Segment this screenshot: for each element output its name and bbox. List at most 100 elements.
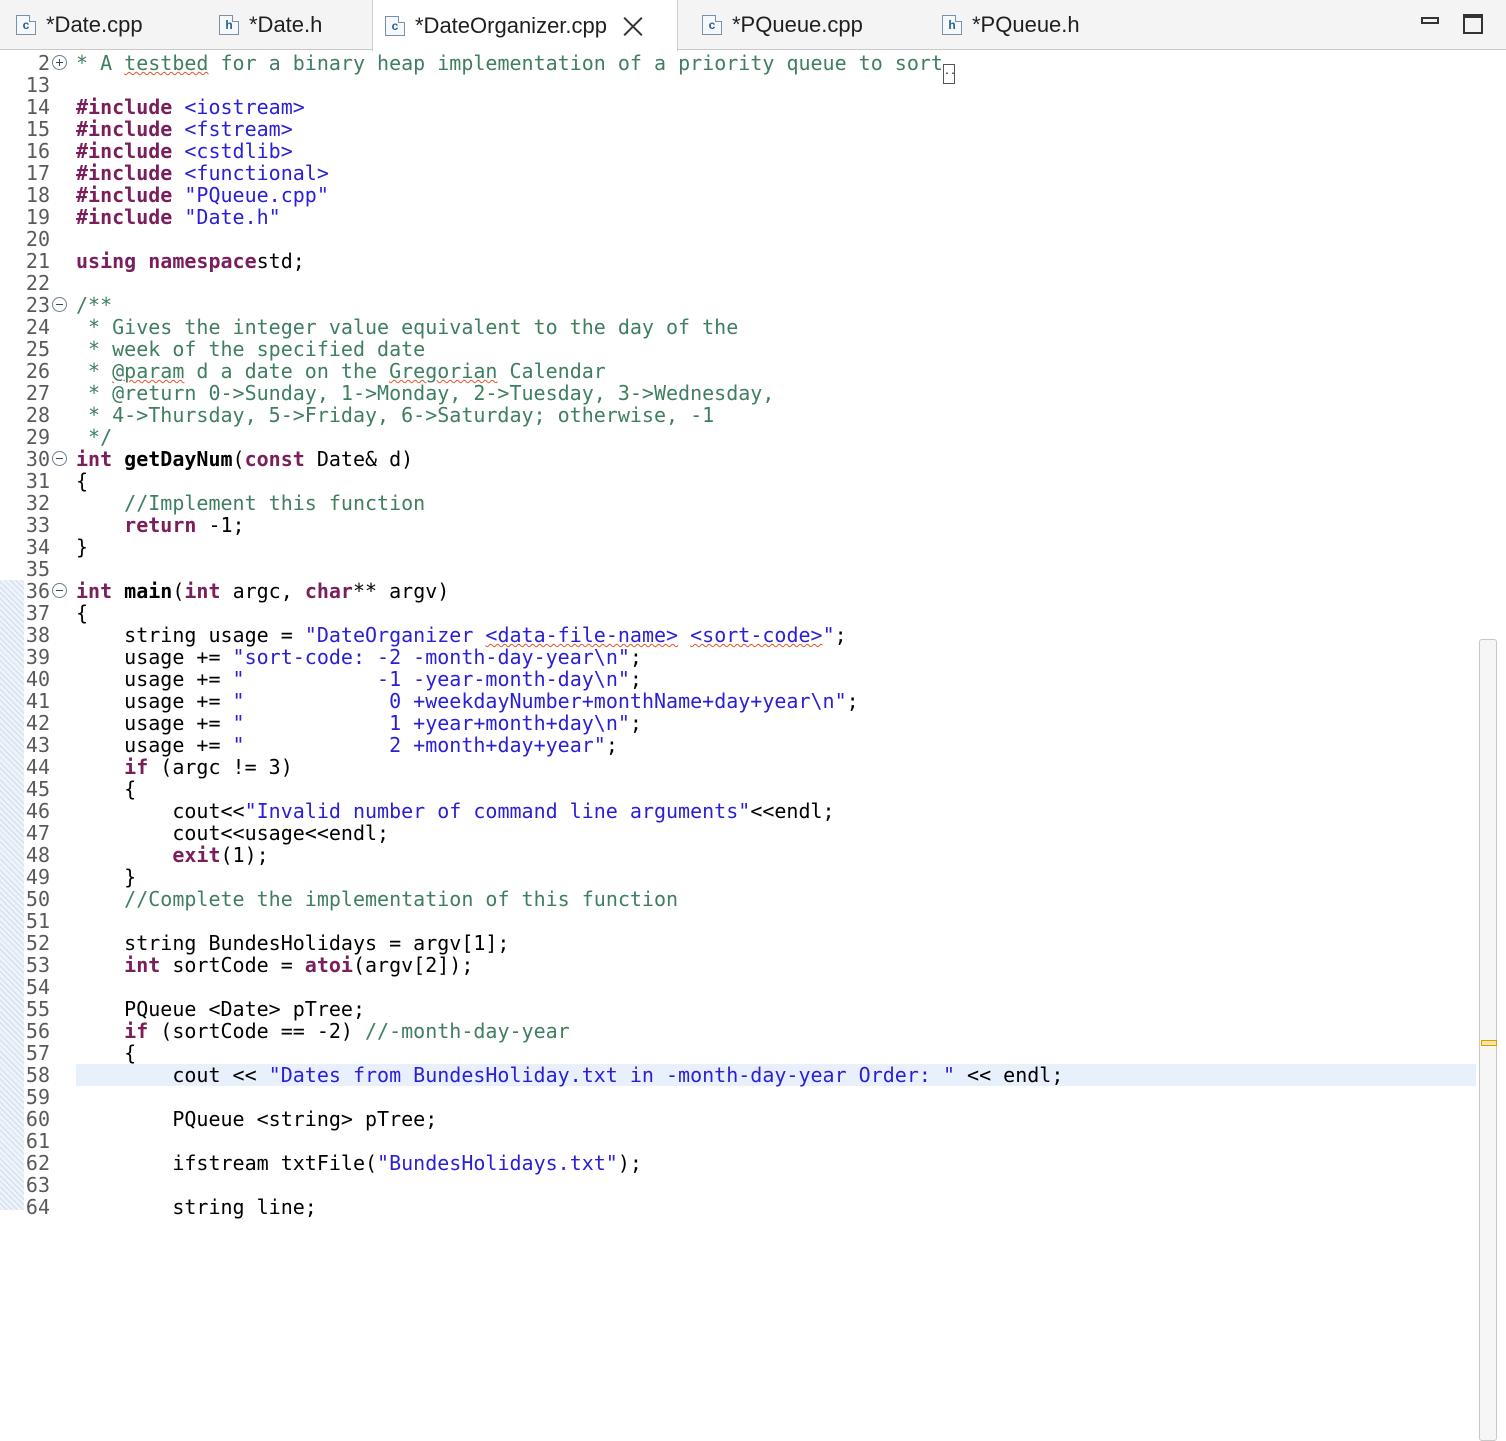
code-line[interactable]: 42 usage += " 1 +year+month+day\n"; bbox=[0, 712, 1480, 734]
code-token: int bbox=[184, 579, 233, 603]
code-line[interactable]: 18 #include "PQueue.cpp" bbox=[0, 184, 1480, 206]
line-number: 36 bbox=[25, 579, 50, 603]
code-token: if bbox=[124, 755, 161, 779]
code-line[interactable]: 50 //Complete the implementation of this… bbox=[0, 888, 1480, 910]
tab-pqueue-h[interactable]: h *PQueue.h bbox=[942, 0, 1142, 50]
code-line[interactable]: 52 string BundesHolidays = argv[1]; bbox=[0, 932, 1480, 954]
code-line[interactable]: 46 cout<<"Invalid number of command line… bbox=[0, 800, 1480, 822]
code-line[interactable]: 40 usage += " -1 -year-month-day\n"; bbox=[0, 668, 1480, 690]
line-number: 30 bbox=[25, 447, 50, 471]
code-token: usage += bbox=[76, 667, 233, 691]
code-line[interactable]: 20 bbox=[0, 228, 1480, 250]
code-token: } bbox=[76, 535, 89, 559]
code-line[interactable]: 14 #include <iostream> bbox=[0, 96, 1480, 118]
code-token: //-month-day-year bbox=[365, 1019, 570, 1043]
code-line[interactable]: 51 bbox=[0, 910, 1480, 932]
tab-date-h[interactable]: h *Date.h bbox=[219, 0, 379, 50]
line-number: 53 bbox=[25, 953, 50, 977]
code-line[interactable]: 43 usage += " 2 +month+day+year"; bbox=[0, 734, 1480, 756]
collapse-fold-icon[interactable] bbox=[52, 451, 67, 466]
line-number: 2 bbox=[37, 51, 50, 75]
code-line[interactable]: 31 { bbox=[0, 470, 1480, 492]
collapse-fold-icon[interactable] bbox=[52, 297, 67, 312]
line-number: 38 bbox=[25, 623, 50, 647]
code-line[interactable]: 53 int sortCode = atoi(argv[2]); bbox=[0, 954, 1480, 976]
code-line[interactable]: 25 * week of the specified date bbox=[0, 338, 1480, 360]
code-token: const bbox=[244, 447, 317, 471]
tab-pqueue-cpp[interactable]: c *PQueue.cpp bbox=[702, 0, 932, 50]
code-text: { bbox=[76, 602, 88, 624]
line-number: 58 bbox=[25, 1063, 50, 1087]
code-line[interactable]: 26 * @param d a date on the Gregorian Ca… bbox=[0, 360, 1480, 382]
code-line[interactable]: 23 /** bbox=[0, 294, 1480, 316]
code-line[interactable]: 16 #include <cstdlib> bbox=[0, 140, 1480, 162]
code-line[interactable]: 47 cout<<usage<<endl; bbox=[0, 822, 1480, 844]
code-line[interactable]: 59 bbox=[0, 1086, 1480, 1108]
code-line[interactable]: 24 * Gives the integer value equivalent … bbox=[0, 316, 1480, 338]
close-tab-icon[interactable] bbox=[623, 16, 643, 36]
code-line[interactable]: 39 usage += "sort-code: -2 -month-day-ye… bbox=[0, 646, 1480, 668]
code-line[interactable]: 55 PQueue <Date> pTree; bbox=[0, 998, 1480, 1020]
code-line[interactable]: 29 */ bbox=[0, 426, 1480, 448]
collapse-fold-icon[interactable] bbox=[52, 583, 67, 598]
code-line[interactable]: 58 cout << "Dates from BundesHoliday.txt… bbox=[0, 1064, 1480, 1086]
line-number: 50 bbox=[25, 887, 50, 911]
code-token: Date& d) bbox=[316, 447, 414, 471]
code-line[interactable]: 30 int getDayNum(const Date& d) bbox=[0, 448, 1480, 470]
line-number: 17 bbox=[25, 161, 50, 185]
code-line[interactable]: 15 #include <fstream> bbox=[0, 118, 1480, 140]
code-line[interactable]: 21 using namespacestd; bbox=[0, 250, 1480, 272]
cpp-file-icon: c bbox=[702, 15, 722, 35]
line-number: 31 bbox=[25, 469, 50, 493]
code-token: #include bbox=[76, 95, 185, 119]
code-token: getDayNum bbox=[124, 447, 233, 471]
code-line[interactable]: 37 { bbox=[0, 602, 1480, 624]
code-line[interactable]: 34} bbox=[0, 536, 1480, 558]
code-line[interactable]: 35 bbox=[0, 558, 1480, 580]
code-line[interactable]: 13 bbox=[0, 74, 1480, 96]
code-line[interactable]: 61 bbox=[0, 1130, 1480, 1152]
code-line[interactable]: 36 int main(int argc, char** argv) bbox=[0, 580, 1480, 602]
code-editor[interactable]: 2 * A testbed for a binary heap implement… bbox=[0, 51, 1506, 1441]
code-text: using namespacestd; bbox=[76, 250, 305, 272]
code-line[interactable]: 28 * 4->Thursday, 5->Friday, 6->Saturday… bbox=[0, 404, 1480, 426]
overview-ruler-marker[interactable] bbox=[1481, 1040, 1497, 1046]
code-line[interactable]: 27 * @return 0->Sunday, 1->Monday, 2->Tu… bbox=[0, 382, 1480, 404]
tab-date-cpp[interactable]: c *Date.cpp bbox=[16, 0, 211, 50]
minimize-icon[interactable] bbox=[1421, 17, 1439, 24]
code-line[interactable]: 33 return -1; bbox=[0, 514, 1480, 536]
code-line[interactable]: 41 usage += " 0 +weekdayNumber+monthName… bbox=[0, 690, 1480, 712]
code-line[interactable]: 56 if (sortCode == -2) //-month-day-year bbox=[0, 1020, 1480, 1042]
code-token: * @return 0->Sunday, 1->Monday, 2->Tuesd… bbox=[76, 381, 775, 405]
code-line[interactable]: 32 //Implement this function bbox=[0, 492, 1480, 514]
code-line[interactable]: 64 string line; bbox=[0, 1196, 1480, 1218]
maximize-icon[interactable] bbox=[1463, 14, 1483, 34]
code-line[interactable]: 54 bbox=[0, 976, 1480, 998]
expand-fold-icon[interactable] bbox=[52, 55, 67, 70]
code-line[interactable]: 57 { bbox=[0, 1042, 1480, 1064]
code-line[interactable]: 2 * A testbed for a binary heap implement… bbox=[0, 51, 1480, 84]
code-line[interactable]: 45 { bbox=[0, 778, 1480, 800]
code-token: ); bbox=[617, 1151, 642, 1175]
code-token: atoi bbox=[304, 953, 353, 977]
code-line[interactable]: 49 } bbox=[0, 866, 1480, 888]
code-line[interactable]: 63 bbox=[0, 1174, 1480, 1196]
code-line[interactable]: 62 ifstream txtFile("BundesHolidays.txt"… bbox=[0, 1152, 1480, 1174]
code-line[interactable]: 48 exit(1); bbox=[0, 844, 1480, 866]
code-line[interactable]: 19 #include "Date.h" bbox=[0, 206, 1480, 228]
code-token: /** bbox=[76, 293, 113, 317]
code-line[interactable]: 17 #include <functional> bbox=[0, 162, 1480, 184]
code-line[interactable]: 60 PQueue <string> pTree; bbox=[0, 1108, 1480, 1130]
tab-dateorganizer-cpp[interactable]: c *DateOrganizer.cpp bbox=[372, 0, 678, 51]
code-line[interactable]: 22 bbox=[0, 272, 1480, 294]
code-token: "PQueue.cpp" bbox=[184, 183, 329, 207]
tab-label: *Date.cpp bbox=[46, 12, 143, 37]
code-token: #include bbox=[76, 117, 185, 141]
code-line[interactable]: 38 string usage = "DateOrganizer <data-f… bbox=[0, 624, 1480, 646]
code-token: #include bbox=[76, 183, 185, 207]
code-token: if bbox=[124, 1019, 161, 1043]
code-token: std; bbox=[256, 249, 305, 273]
code-line[interactable]: 44 if (argc != 3) bbox=[0, 756, 1480, 778]
